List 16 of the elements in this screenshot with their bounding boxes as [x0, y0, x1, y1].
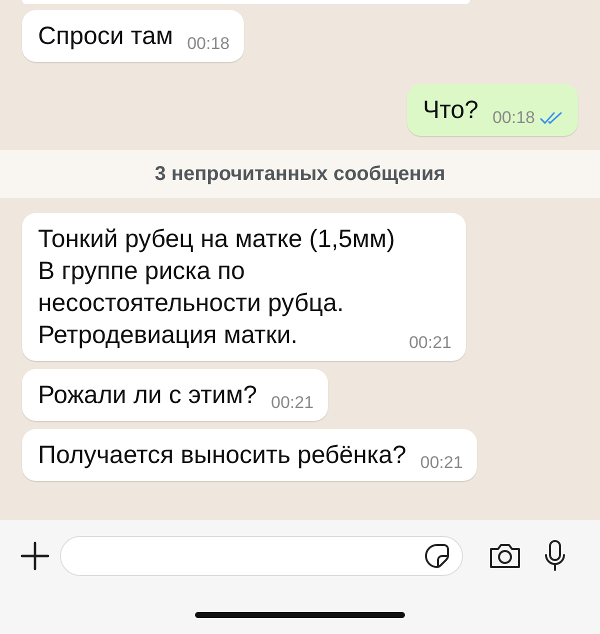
- microphone-icon[interactable]: [543, 539, 567, 573]
- message-time: 00:21: [270, 393, 314, 413]
- message-text: Тонкий рубец на матке (1,5мм) В группе риска по несостоятельности рубца. Ретродевиация матки.: [38, 224, 395, 351]
- unread-label: 3 непрочитанных сообщения: [154, 162, 446, 186]
- message-text: Что?: [422, 95, 478, 126]
- message-time: 00:18: [187, 34, 230, 54]
- message-text: Спроси там: [38, 21, 174, 52]
- message-time: 00:21: [408, 333, 452, 353]
- message-text: Получается выносить ребёнка?: [38, 440, 406, 471]
- message-input-field[interactable]: [60, 536, 463, 576]
- message-time: 00:21: [420, 453, 463, 473]
- message-time: 00:18: [492, 108, 535, 128]
- camera-icon[interactable]: [487, 541, 523, 571]
- plus-icon[interactable]: [20, 541, 50, 571]
- message-text: Рожали ли с этим?: [38, 380, 257, 411]
- sticker-icon[interactable]: [424, 543, 450, 569]
